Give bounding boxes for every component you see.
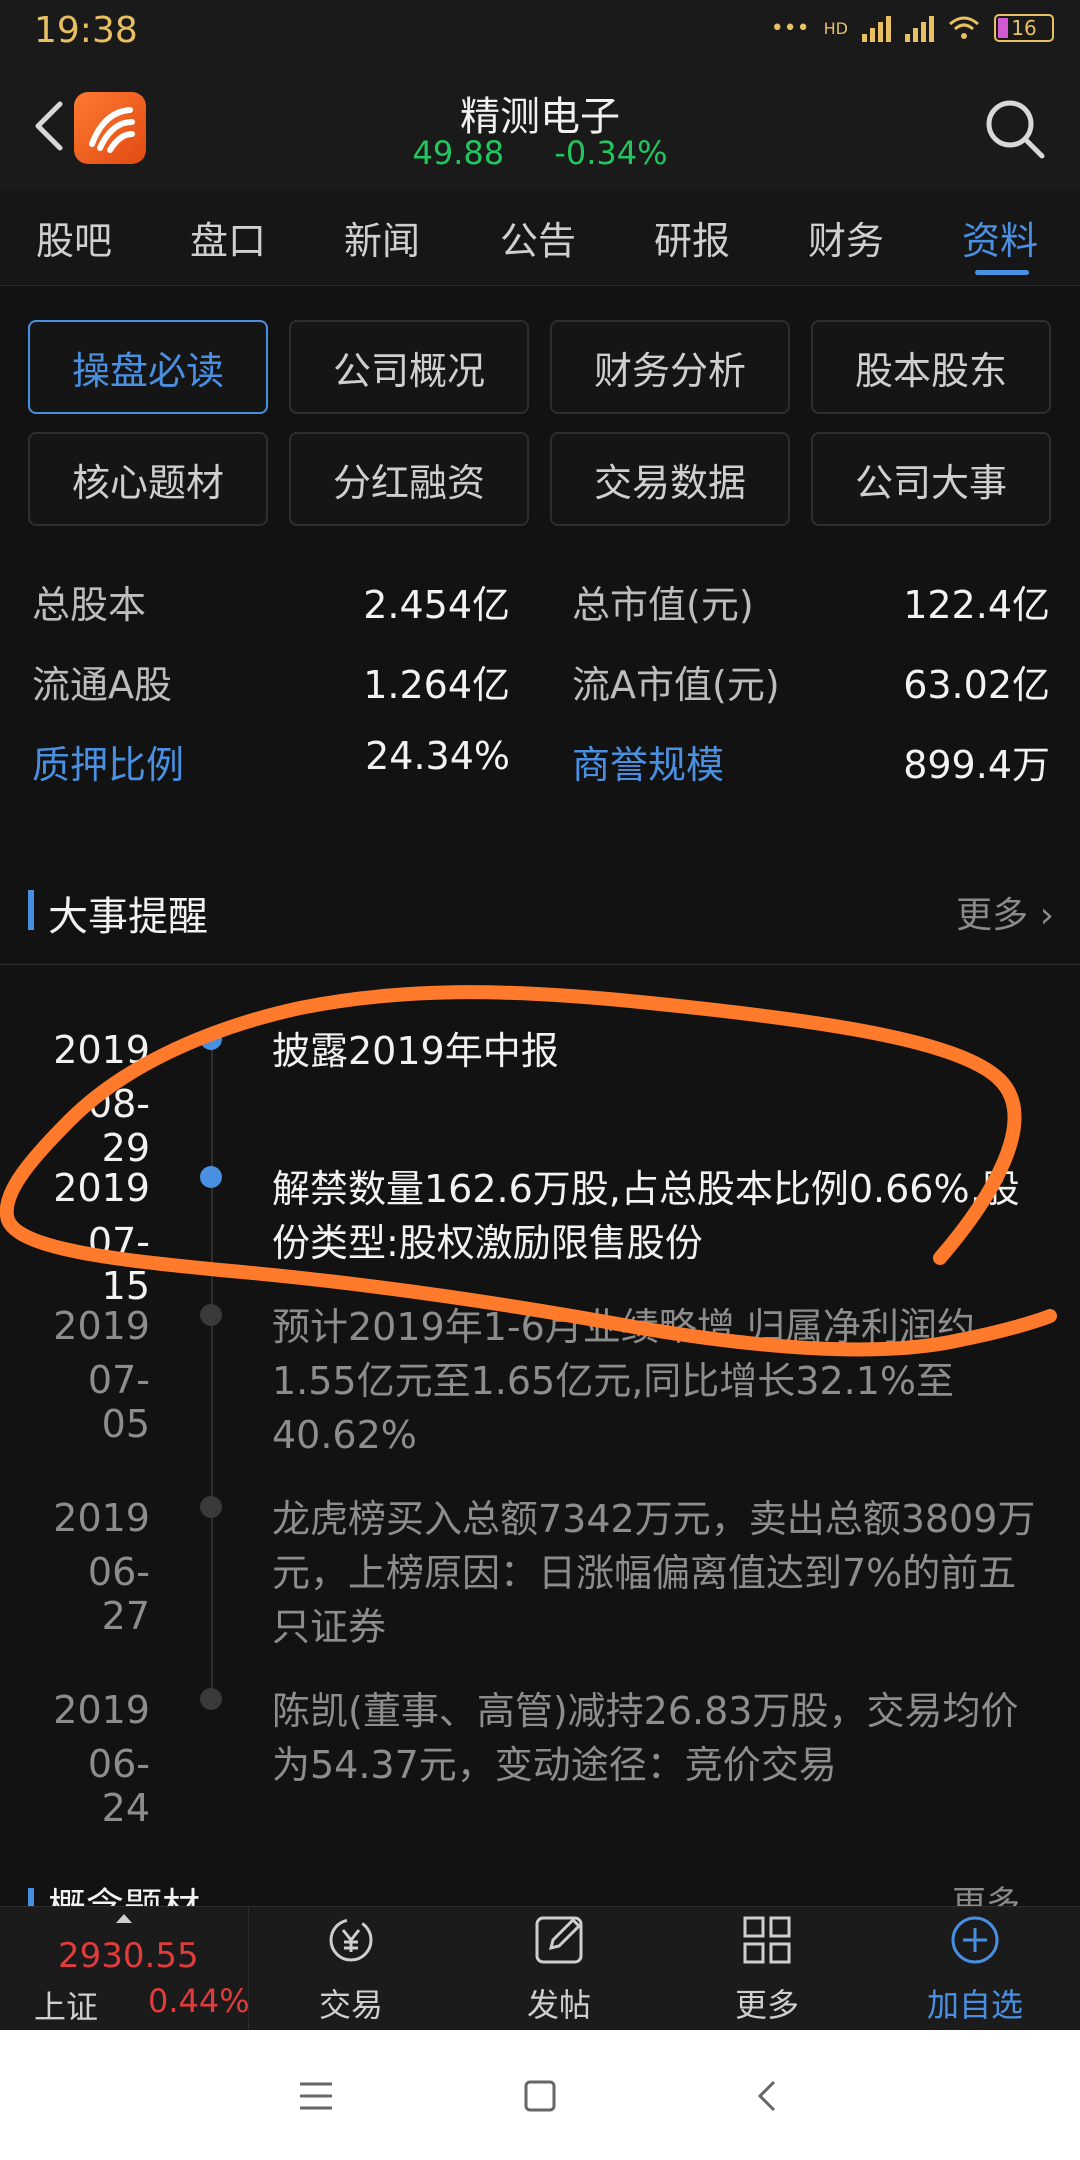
stat-value: 899.4万: [903, 743, 1050, 787]
event-year: 2019: [53, 1688, 150, 1732]
grid-icon: [743, 1916, 791, 1964]
stock-change: -0.34%: [554, 134, 668, 172]
btn-core-topics[interactable]: 核心题材: [28, 432, 268, 526]
status-icons: ••• HD 16: [771, 14, 1054, 42]
divider: [248, 1906, 249, 2030]
add-watchlist-label: 加自选: [926, 1986, 1023, 2024]
app-header: 精测电子 49.88 -0.34%: [0, 70, 1080, 191]
home-icon[interactable]: [522, 2078, 558, 2114]
stat-value: 1.264亿: [363, 663, 510, 707]
more-link[interactable]: 更多 ›: [956, 886, 1054, 938]
stat-label: 总股本: [32, 583, 147, 627]
stock-quote: 49.88 -0.34%: [0, 134, 1080, 172]
system-nav-bar: [0, 2030, 1080, 2160]
btn-trading-data[interactable]: 交易数据: [550, 432, 790, 526]
stat-value: 2.454亿: [363, 583, 510, 627]
stat-value: 63.02亿: [903, 663, 1050, 707]
status-time: 19:38: [34, 10, 138, 51]
btn-company-events[interactable]: 公司大事: [811, 432, 1051, 526]
btn-trading-must-read[interactable]: 操盘必读: [28, 320, 268, 414]
search-icon[interactable]: [980, 94, 1050, 164]
more-label: 更多: [734, 1986, 799, 2024]
stat-value: 24.34%: [365, 734, 510, 778]
event-text[interactable]: 陈凯(董事、高管)减持26.83万股，交易均价为54.37元，变动途径：竞价交易: [272, 1684, 1054, 1792]
yen-exchange-icon: [329, 1918, 373, 1962]
stat-value: 122.4亿: [903, 583, 1050, 627]
stat-label: 总市值(元): [572, 583, 754, 627]
next-section-title: 概念题材: [48, 1876, 200, 1906]
btn-dividends-financing[interactable]: 分红融资: [289, 432, 529, 526]
btn-financial-analysis[interactable]: 财务分析: [550, 320, 790, 414]
tab-announcements[interactable]: 公告: [500, 210, 576, 265]
stock-price: 49.88: [412, 134, 505, 172]
tab-finance[interactable]: 财务: [808, 210, 884, 265]
post-label: 发帖: [526, 1986, 591, 2024]
hand-drawn-annotation: [0, 985, 1057, 1357]
section-title: 大事提醒: [48, 894, 208, 940]
tab-news[interactable]: 新闻: [344, 210, 420, 265]
timeline-dot: [200, 1688, 222, 1710]
timeline-dot: [200, 1496, 222, 1518]
hd-label: HD: [823, 18, 848, 38]
stat-label: 流A市值(元): [572, 663, 780, 707]
menu-icon[interactable]: [298, 2080, 334, 2112]
section-accent: [28, 890, 34, 930]
chevron-right-icon: ›: [1039, 895, 1054, 936]
tab-pankou[interactable]: 盘口: [190, 210, 266, 265]
add-watchlist-button[interactable]: 加自选: [900, 1910, 1050, 2026]
more-button[interactable]: 更多: [692, 1910, 842, 2026]
more-label: 更多: [956, 895, 1029, 936]
stat-label: 流通A股: [32, 663, 172, 707]
event-date: 06-27: [87, 1550, 150, 1638]
signal-icon: [862, 14, 891, 42]
dots-icon: •••: [770, 15, 810, 41]
tab-research[interactable]: 研报: [654, 210, 730, 265]
trade-button[interactable]: 交易: [276, 1910, 426, 2026]
tab-profile[interactable]: 资料: [962, 210, 1038, 265]
plus-circle-icon: [951, 1916, 999, 1964]
post-button[interactable]: 发帖: [484, 1910, 634, 2026]
back-nav-icon[interactable]: [754, 2078, 778, 2114]
event-text[interactable]: 龙虎榜买入总额7342万元，卖出总额3809万元，上榜原因：日涨幅偏离值达到7%…: [272, 1492, 1054, 1654]
index-value[interactable]: 2930.55: [58, 1936, 199, 1976]
active-tab-indicator: [975, 270, 1029, 275]
wifi-icon: [949, 16, 979, 39]
section-accent: [28, 1888, 34, 1908]
pledge-ratio-link[interactable]: 质押比例: [32, 734, 184, 789]
btn-company-overview[interactable]: 公司概况: [289, 320, 529, 414]
signal2-icon: [905, 14, 934, 42]
index-percent: 0.44%: [148, 1982, 250, 2020]
btn-share-capital[interactable]: 股本股东: [811, 320, 1051, 414]
tab-guba[interactable]: 股吧: [36, 210, 112, 265]
tab-bar: 股吧 盘口 新闻 公告 研报 财务 资料: [0, 190, 1080, 286]
trade-label: 交易: [318, 1986, 383, 2024]
next-more-link[interactable]: 更多: [952, 1876, 1020, 1906]
event-year: 2019: [53, 1496, 150, 1540]
goodwill-link[interactable]: 商誉规模: [572, 734, 724, 789]
event-date: 06-24: [87, 1742, 150, 1830]
battery-icon: 16: [994, 14, 1054, 42]
compose-icon: [535, 1916, 583, 1964]
index-name: 上证: [34, 1988, 99, 2026]
caret-up-icon: [116, 1914, 132, 1923]
